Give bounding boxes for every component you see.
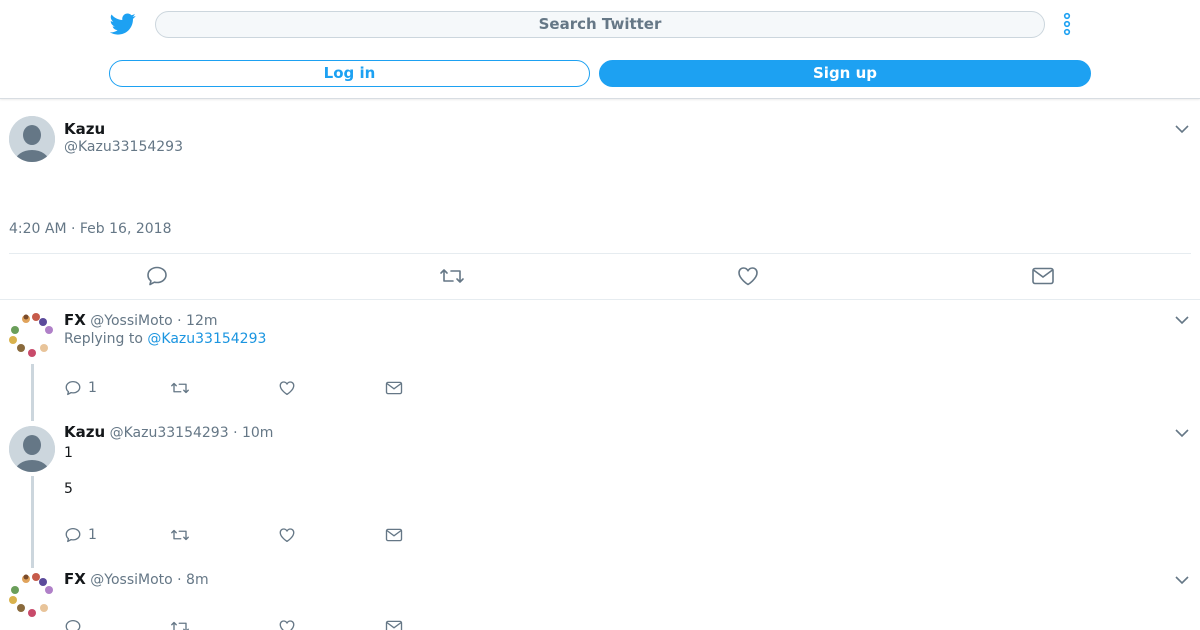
envelope-icon (1032, 267, 1054, 285)
more-vertical-icon[interactable] (1060, 11, 1074, 37)
direct-message-button[interactable] (385, 618, 403, 630)
heart-icon (279, 381, 295, 396)
retweet-button[interactable] (170, 618, 190, 630)
avatar[interactable] (9, 426, 55, 472)
twitter-bird-icon[interactable] (110, 11, 136, 37)
envelope-icon (385, 620, 403, 630)
reply-author-name[interactable]: Kazu (64, 423, 105, 441)
search-input[interactable]: Search Twitter (155, 11, 1045, 38)
reply-author-handle[interactable]: @Kazu33154293 (110, 425, 229, 441)
main-tweet-handle[interactable]: @Kazu33154293 (64, 139, 183, 155)
divider (9, 253, 1191, 254)
tweet-timestamp[interactable]: 4:20 AM · Feb 16, 2018 (9, 221, 171, 237)
like-button[interactable] (278, 618, 296, 630)
reply-author-handle[interactable]: @YossiMoto (90, 313, 172, 329)
top-header: Search Twitter Log in Sign up (0, 0, 1200, 99)
envelope-icon (385, 381, 403, 395)
reply-button[interactable]: 1 (64, 379, 97, 397)
reply-icon (65, 380, 81, 396)
avatar[interactable] (9, 312, 55, 358)
reply-author-name[interactable]: FX (64, 311, 86, 329)
chevron-down-icon[interactable] (1174, 425, 1190, 441)
login-button[interactable]: Log in (109, 60, 590, 87)
replying-to: Replying to @Kazu33154293 (64, 331, 266, 347)
divider (0, 299, 1200, 300)
reply-icon (147, 266, 167, 286)
avatar[interactable] (9, 116, 55, 162)
chevron-down-icon[interactable] (1174, 121, 1190, 137)
reply-count: 1 (88, 527, 97, 543)
avatar[interactable] (9, 572, 55, 618)
signup-button[interactable]: Sign up (599, 60, 1091, 87)
reply-header: Kazu @Kazu33154293 · 10m (64, 423, 273, 441)
direct-message-button[interactable] (385, 526, 403, 544)
reply-icon (65, 527, 81, 543)
heart-icon (279, 620, 295, 630)
heart-icon (738, 267, 758, 286)
retweet-button[interactable] (439, 264, 465, 288)
reply-header: FX @YossiMoto · 12m (64, 311, 218, 329)
reply-time[interactable]: · 8m (177, 572, 208, 588)
reply-count: 1 (88, 380, 97, 396)
default-profile-icon (9, 426, 55, 472)
reply-time[interactable]: · 12m (177, 313, 217, 329)
reply-time[interactable]: · 10m (233, 425, 273, 441)
tweet-text-line: 5 (64, 481, 73, 497)
chevron-down-icon[interactable] (1174, 572, 1190, 588)
reply-author-name[interactable]: FX (64, 570, 86, 588)
retweet-icon (171, 382, 189, 394)
thread-line (31, 476, 34, 568)
retweet-button[interactable] (170, 379, 190, 397)
retweet-icon (440, 269, 464, 283)
replying-to-link[interactable]: @Kazu33154293 (147, 331, 266, 347)
default-profile-icon (9, 116, 55, 162)
thread-line (31, 364, 34, 421)
retweet-icon (171, 529, 189, 541)
reply-button[interactable] (145, 264, 169, 288)
reply-button[interactable] (64, 618, 82, 630)
reply-button[interactable]: 1 (64, 526, 97, 544)
like-button[interactable] (278, 526, 296, 544)
like-button[interactable] (736, 264, 760, 288)
like-button[interactable] (278, 379, 296, 397)
replying-to-label: Replying to (64, 331, 143, 347)
direct-message-button[interactable] (385, 379, 403, 397)
retweet-icon (171, 621, 189, 630)
reply-header: FX @YossiMoto · 8m (64, 570, 209, 588)
main-tweet-name[interactable]: Kazu (64, 120, 105, 138)
chevron-down-icon[interactable] (1174, 312, 1190, 328)
retweet-button[interactable] (170, 526, 190, 544)
direct-message-button[interactable] (1031, 264, 1055, 288)
heart-icon (279, 528, 295, 543)
reply-icon (65, 619, 81, 630)
envelope-icon (385, 528, 403, 542)
tweet-text-line: 1 (64, 445, 73, 461)
reply-author-handle[interactable]: @YossiMoto (90, 572, 172, 588)
